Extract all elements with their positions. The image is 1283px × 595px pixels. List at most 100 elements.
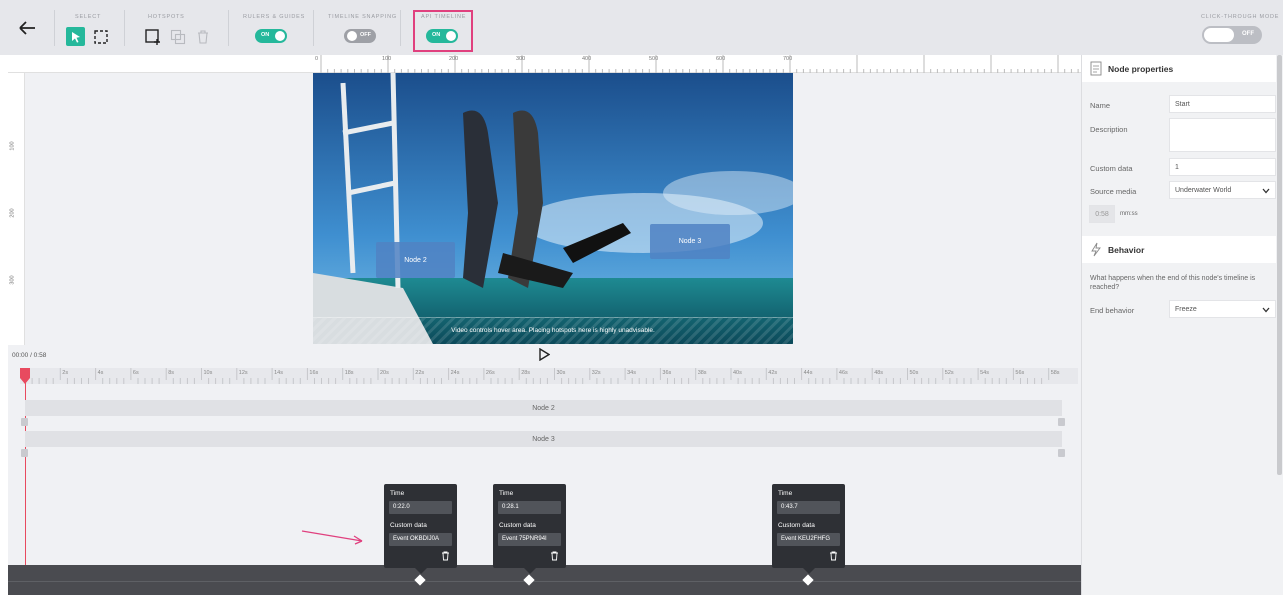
timeline-tick-label: 10s (203, 370, 213, 376)
end-behavior-select[interactable]: Freeze (1169, 300, 1276, 318)
back-button[interactable] (16, 18, 38, 38)
timeline-track-node-3[interactable]: Node 3 (25, 431, 1062, 447)
timeline-tick-label: 12s (238, 370, 248, 376)
timeline-snapping-toggle[interactable]: OFF (344, 29, 376, 43)
ruler-tick-label: 100 (382, 56, 392, 62)
timeline-tick-label: 18s (344, 370, 354, 376)
timeline-tick-label: 34s (627, 370, 636, 376)
timeline-tick-label: 50s (909, 370, 919, 376)
trash-icon[interactable] (441, 551, 450, 561)
source-media-select[interactable]: Underwater World (1169, 181, 1276, 199)
panel-scrollbar[interactable] (1277, 55, 1282, 475)
timeline-tick-label: 4s (97, 370, 104, 376)
event-time-label: Time (778, 490, 793, 497)
event-card: Time 0:28.1 Custom data Event 75PNR94I (493, 484, 566, 574)
timeline-tick-label: 6s (132, 370, 139, 376)
pointer-select-button[interactable] (66, 27, 85, 46)
select-label: SELECT (75, 14, 102, 20)
horizontal-ruler: 0 100 200 300 400 500 600 700 (8, 55, 1081, 73)
annotation-arrow (301, 530, 363, 545)
track-end-handle[interactable] (1058, 418, 1065, 426)
click-through-toggle[interactable]: OFF (1202, 26, 1262, 44)
timeline-tick-label: 2s (62, 370, 69, 376)
video-preview[interactable]: Node 2 Node 3 Video controls hover area.… (313, 73, 793, 344)
event-data-input[interactable]: Event KEU2FHFG (777, 533, 840, 546)
node-properties-header: Node properties (1082, 55, 1276, 82)
play-icon (539, 347, 551, 362)
add-hotspot-icon (144, 28, 160, 45)
api-event-bar (8, 565, 1081, 595)
event-card: Time 0:22.0 Custom data Event OKBDIJ0A (384, 484, 457, 574)
description-field[interactable] (1169, 118, 1276, 152)
ruler-tick-label: 600 (716, 56, 726, 62)
end-behavior-value: Freeze (1175, 305, 1197, 313)
ruler-tick-label: 300 (9, 275, 16, 285)
timeline-tick-label: 42s (768, 370, 778, 376)
api-toggle-state: ON (432, 32, 441, 38)
ruler-tick-label: 300 (516, 56, 526, 62)
hover-area-warning: Video controls hover area. Placing hotsp… (451, 327, 655, 334)
duplicate-icon (170, 29, 185, 44)
marquee-select-button[interactable] (91, 27, 110, 46)
trash-icon[interactable] (829, 551, 838, 561)
event-time-input[interactable]: 0:22.0 (389, 501, 452, 514)
event-data-input[interactable]: Event OKBDIJ0A (389, 533, 452, 546)
timeline-tick-label: 16s (309, 370, 319, 376)
duplicate-hotspot-button[interactable] (168, 27, 187, 46)
node-properties-title: Node properties (1108, 64, 1174, 74)
timeline-tick-label: 20s (380, 370, 389, 376)
top-toolbar: SELECT HOTSPOTS RULERS & GUIDES ON TIMEL… (0, 0, 1283, 55)
api-timeline-label: API TIMELINE (421, 14, 467, 20)
timeline-tick-label: 46s (838, 370, 848, 376)
event-time-input[interactable]: 0:28.1 (498, 501, 561, 514)
behavior-title: Behavior (1108, 245, 1145, 255)
ruler-tick-label: 700 (783, 56, 793, 62)
api-timeline-toggle[interactable]: ON (426, 29, 458, 43)
back-arrow-icon (19, 21, 35, 35)
add-hotspot-button[interactable] (143, 27, 162, 46)
description-label: Description (1090, 125, 1128, 134)
click-through-label: CLICK-THROUGH MODE (1201, 14, 1280, 20)
hotspots-label: HOTSPOTS (148, 14, 185, 20)
pointer-icon (71, 31, 80, 43)
event-time-label: Time (390, 490, 405, 497)
timeline-tick-label: 8s (168, 370, 174, 376)
behavior-question: What happens when the end of this node's… (1090, 275, 1256, 291)
behavior-header: Behavior (1082, 236, 1276, 263)
delete-hotspot-button[interactable] (193, 27, 212, 46)
track-start-handle[interactable] (21, 449, 28, 457)
chevron-down-icon (1262, 307, 1270, 313)
timeline-track-node-2[interactable]: Node 2 (25, 400, 1062, 416)
custom-data-field[interactable]: 1 (1169, 158, 1276, 176)
hotspot-node-3[interactable]: Node 3 (650, 224, 730, 259)
lightning-icon (1091, 242, 1101, 257)
video-frame-image (313, 73, 793, 344)
name-field[interactable]: Start (1169, 95, 1276, 113)
properties-panel: Node properties Name Start Description C… (1081, 55, 1283, 595)
source-media-value: Underwater World (1175, 186, 1232, 194)
timeline-tick-label: 14s (274, 370, 283, 376)
marquee-icon (93, 29, 108, 44)
timeline-tick-label: 44s (803, 370, 813, 376)
custom-data-label: Custom data (1090, 164, 1133, 173)
timeline-tick-label: 54s (980, 370, 989, 376)
ruler-tick-label: 200 (9, 208, 16, 218)
trash-icon[interactable] (550, 551, 559, 561)
source-media-label: Source media (1090, 187, 1137, 196)
hotspot-node-2[interactable]: Node 2 (376, 242, 455, 278)
ruler-tick-label: 200 (449, 56, 459, 62)
timeline-tick-label: 52s (944, 370, 954, 376)
event-time-input[interactable]: 0:43.7 (777, 501, 840, 514)
play-button[interactable] (538, 347, 551, 362)
track-end-handle[interactable] (1058, 449, 1065, 457)
rulers-guides-toggle[interactable]: ON (255, 29, 287, 43)
chevron-down-icon (1262, 188, 1270, 194)
timeline-tick-label: 24s (450, 370, 460, 376)
duration-unit: mm:ss (1120, 211, 1138, 217)
click-through-state: OFF (1242, 31, 1254, 37)
ruler-tick-label: 500 (649, 56, 659, 62)
timeline-tick-label: 32s (591, 370, 601, 376)
snapping-toggle-state: OFF (360, 32, 371, 38)
track-start-handle[interactable] (21, 418, 28, 426)
event-data-input[interactable]: Event 75PNR94I (498, 533, 561, 546)
